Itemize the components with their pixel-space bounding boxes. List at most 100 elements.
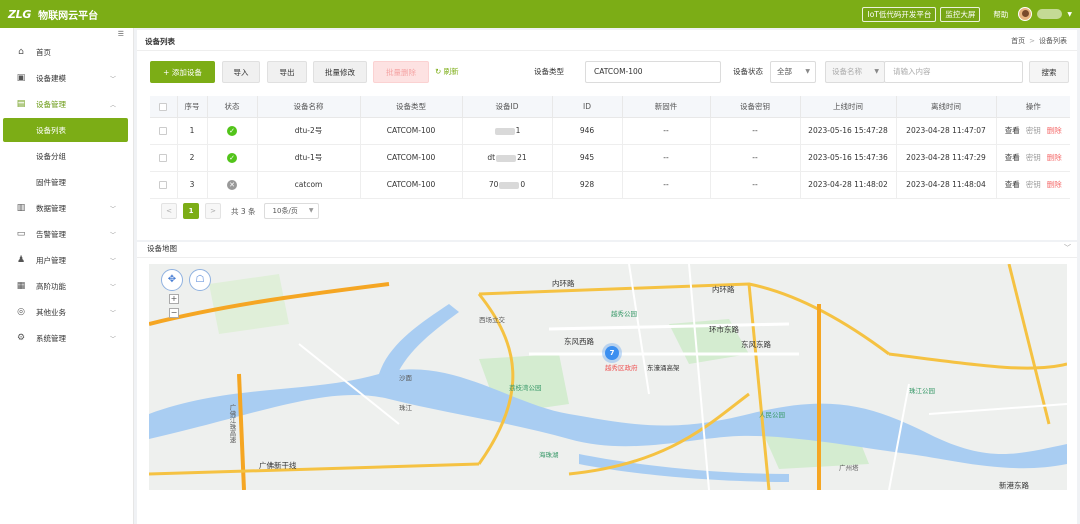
pagination: < 1 > 共 3 条 10条/页 ▼ — [161, 203, 319, 219]
cell-index: 2 — [177, 144, 208, 172]
page-size-value: 10条/页 — [272, 207, 298, 215]
batch-edit-button[interactable]: 批量修改 — [313, 61, 367, 83]
logo[interactable]: ZLG 物联网云平台 — [0, 0, 98, 28]
search-field-select[interactable]: 设备名称 ▼ — [825, 61, 885, 83]
row-checkbox[interactable] — [150, 144, 178, 172]
import-button[interactable]: 导入 — [222, 61, 260, 83]
device-status-value: 全部 — [777, 67, 792, 76]
menu-collapse-icon[interactable]: ☰ — [118, 30, 124, 38]
col-index: 序号 — [177, 96, 208, 118]
zoom-in-button[interactable]: + — [169, 294, 179, 304]
device-status-select[interactable]: 全部 ▼ — [770, 61, 816, 83]
sidebar-item-device-group[interactable]: 设备分组 — [3, 144, 128, 168]
map-label: 东风西路 — [564, 337, 594, 346]
alarm-icon: ▭ — [16, 229, 26, 239]
map-label: 新港东路 — [999, 481, 1029, 490]
delete-link[interactable]: 删除 — [1047, 180, 1062, 189]
map-label: 沙面 — [399, 374, 412, 382]
user-icon: ♟ — [16, 255, 26, 265]
add-device-button[interactable]: + 添加设备 — [150, 61, 215, 83]
map-locate-control[interactable]: ☖ — [189, 269, 211, 291]
sidebar-item-label: 数据管理 — [36, 203, 66, 213]
delete-link[interactable]: 删除 — [1047, 126, 1062, 135]
map-label: 广佛江珠高速 — [228, 404, 236, 443]
iot-lowcode-button[interactable]: IoT低代码开发平台 — [862, 6, 937, 22]
device-status-label: 设备状态 — [733, 67, 763, 76]
page-1-button[interactable]: 1 — [183, 203, 199, 219]
app-name: 物联网云平台 — [38, 10, 99, 22]
monitor-screen-button[interactable]: 监控大屏 — [940, 6, 981, 22]
sidebar-item-home[interactable]: ⌂ 首页 — [0, 40, 134, 64]
avatar[interactable] — [1018, 7, 1033, 21]
device-table: 序号 状态 设备名称 设备类型 设备ID ID 新固件 设备密钥 上线时间 离线… — [150, 96, 1070, 199]
sidebar-item-device-modeling[interactable]: ▣ 设备建模 ﹀ — [0, 66, 134, 90]
map-label: 西场立交 — [479, 316, 505, 324]
help-link[interactable]: 帮助 — [993, 9, 1008, 20]
batch-delete-button[interactable]: 批量删除 — [373, 61, 429, 83]
device-type-input[interactable]: CATCOM-100 — [585, 61, 721, 83]
zoom-out-button[interactable]: − — [169, 308, 179, 318]
username-blurred[interactable] — [1037, 9, 1063, 19]
sidebar-item-data[interactable]: ▥ 数据管理 ﹀ — [0, 196, 134, 220]
sidebar-item-alarm[interactable]: ▭ 告警管理 ﹀ — [0, 222, 134, 246]
main-content: 设备列表 首页 > 设备列表 + 添加设备 导入 导出 批量修改 批量删除 ↻ 刷新… — [137, 30, 1077, 524]
device-cluster-marker[interactable]: 7 — [605, 346, 619, 360]
export-button[interactable]: 导出 — [267, 61, 307, 83]
key-link[interactable]: 密钥 — [1026, 153, 1041, 162]
view-link[interactable]: 查看 — [1005, 153, 1020, 162]
sidebar-item-users[interactable]: ♟ 用户管理 ﹀ — [0, 248, 134, 272]
page-size-select[interactable]: 10条/页 ▼ — [263, 203, 319, 219]
sidebar-item-business[interactable]: ◎ 其他业务 ﹀ — [0, 300, 134, 324]
chevron-down-icon[interactable]: ﹀ — [1064, 243, 1071, 253]
sidebar-item-label: 首页 — [36, 47, 51, 57]
cell-status: ✓ — [207, 144, 258, 172]
col-secret: 设备密钥 — [710, 96, 801, 118]
col-type: 设备类型 — [360, 96, 463, 118]
device-id-prefix: dt — [487, 153, 496, 162]
device-map[interactable]: ✥ ☖ + − 7 内环路 内环路 东风西路 东风东路 环市东路 东濠涌高架 新… — [149, 264, 1067, 490]
search-button[interactable]: 搜索 — [1029, 61, 1069, 83]
view-link[interactable]: 查看 — [1005, 180, 1020, 189]
map-label: 人民公园 — [759, 411, 785, 419]
map-pan-control[interactable]: ✥ — [161, 269, 183, 291]
sidebar-item-firmware[interactable]: 固件管理 — [3, 170, 128, 194]
sidebar-item-label: 设备列表 — [36, 125, 66, 135]
breadcrumb-home[interactable]: 首页 — [1011, 37, 1025, 45]
cell-offline-time: 2023-04-28 11:47:07 — [896, 117, 997, 145]
sidebar-item-device-management[interactable]: ▤ 设备管理 ︿ — [0, 92, 134, 116]
select-all-checkbox[interactable] — [150, 96, 178, 118]
col-offline-time: 离线时间 — [896, 96, 997, 118]
view-link[interactable]: 查看 — [1005, 126, 1020, 135]
chevron-down-icon[interactable]: ▼ — [1067, 11, 1072, 18]
map-label: 东濠涌高架 — [647, 364, 680, 372]
cell-index: 1 — [177, 117, 208, 145]
delete-link[interactable]: 删除 — [1047, 153, 1062, 162]
row-checkbox[interactable] — [150, 171, 178, 199]
cell-type: CATCOM-100 — [360, 117, 463, 145]
chevron-down-icon: ﹀ — [109, 257, 116, 265]
key-link[interactable]: 密钥 — [1026, 126, 1041, 135]
prev-page-button[interactable]: < — [161, 203, 177, 219]
online-check-icon: ✓ — [227, 125, 237, 136]
key-link[interactable]: 密钥 — [1026, 180, 1041, 189]
business-icon: ◎ — [17, 307, 25, 317]
chevron-down-icon: ﹀ — [109, 309, 116, 317]
sidebar-item-system[interactable]: ⚙ 系统管理 ﹀ — [0, 326, 134, 350]
cell-offline-time: 2023-04-28 11:47:29 — [896, 144, 997, 172]
masked-text — [496, 154, 517, 162]
chevron-down-icon: ﹀ — [109, 205, 116, 213]
map-label: 广州塔 — [839, 464, 859, 472]
sidebar-item-label: 设备建模 — [36, 73, 66, 83]
search-input[interactable]: 请输入内容 — [884, 61, 1023, 83]
next-page-button[interactable]: > — [205, 203, 221, 219]
breadcrumb: 首页 > 设备列表 — [1011, 36, 1067, 46]
toolbar: + 添加设备 导入 导出 批量修改 批量删除 ↻ 刷新 设备类型 CATCOM-… — [150, 61, 1070, 83]
sidebar-item-advanced[interactable]: ▦ 高阶功能 ﹀ — [0, 274, 134, 298]
map-label: 环市东路 — [709, 325, 739, 334]
sidebar-item-device-list[interactable]: 设备列表 — [3, 118, 128, 142]
refresh-button[interactable]: ↻ 刷新 — [435, 61, 459, 83]
cell-id: 945 — [552, 144, 623, 172]
sidebar-item-label: 设备管理 — [36, 99, 66, 109]
col-firmware: 新固件 — [622, 96, 711, 118]
row-checkbox[interactable] — [150, 117, 178, 145]
